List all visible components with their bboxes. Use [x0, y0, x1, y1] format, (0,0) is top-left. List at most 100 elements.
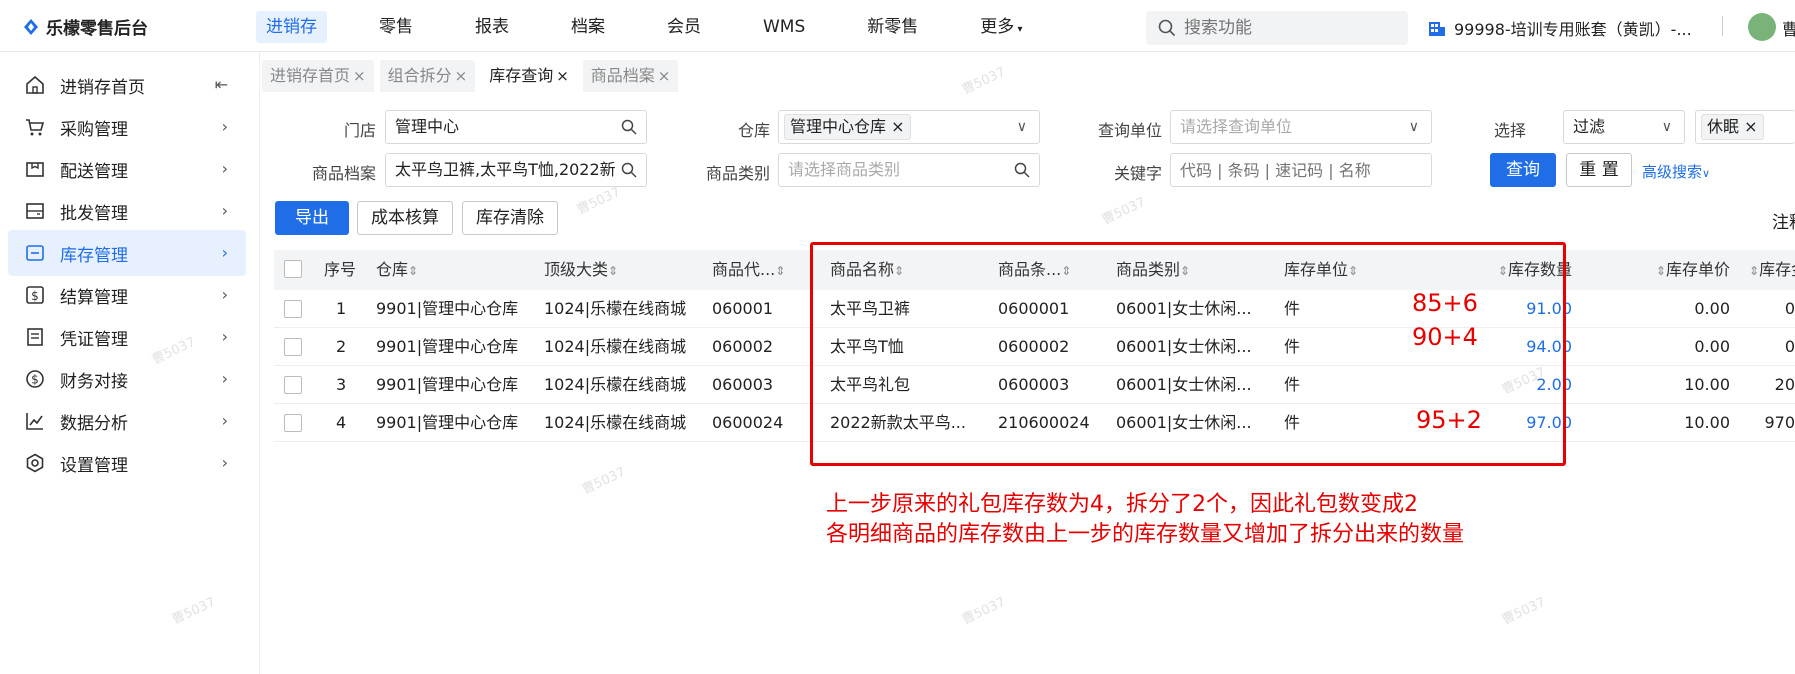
tab-stock-query[interactable]: 库存查询 × — [481, 60, 577, 92]
sidebar-item-voucher[interactable]: 凭证管理 › — [8, 314, 246, 360]
nav-wms[interactable]: WMS — [753, 11, 815, 43]
sidebar-item-finance[interactable]: $ 财务对接 › — [8, 356, 246, 402]
store-input[interactable]: 管理中心 — [385, 110, 647, 144]
advanced-search-link[interactable]: 高级搜索∨ — [1642, 161, 1710, 182]
col-unit-price[interactable]: ⇕库存单价 — [1600, 250, 1730, 290]
category-input[interactable]: 请选择商品类别 — [778, 153, 1040, 187]
account-name: 99998-培训专用账套（黄凯）-... — [1454, 20, 1692, 39]
account-switcher[interactable]: 99998-培训专用账套（黄凯）-... — [1428, 16, 1692, 40]
user-name: 曹 — [1782, 20, 1795, 39]
cell-top-category: 1024|乐檬在线商城 — [544, 299, 687, 318]
sort-icon: ⇕ — [775, 264, 786, 278]
nav-archives[interactable]: 档案 — [561, 11, 615, 43]
nav-reports[interactable]: 报表 — [465, 11, 519, 43]
status-filter[interactable]: 休眠 × — [1695, 110, 1795, 144]
warehouse-label: 仓库 — [737, 121, 770, 140]
sidebar-item-purchase[interactable]: 采购管理 › — [8, 104, 246, 150]
nav-retail[interactable]: 零售 — [369, 11, 423, 43]
store-label: 门店 — [343, 121, 376, 140]
voucher-icon — [24, 326, 46, 348]
cell-warehouse: 9901|管理中心仓库 — [376, 299, 519, 318]
tab-inventory-home[interactable]: 进销存首页 × — [262, 60, 374, 92]
search-icon[interactable] — [621, 119, 637, 135]
export-button[interactable]: 导出 — [275, 201, 349, 235]
cell-index: 3 — [336, 375, 347, 394]
nav-members[interactable]: 会员 — [657, 11, 711, 43]
close-icon[interactable]: × — [455, 67, 468, 85]
function-search-input[interactable] — [1184, 11, 1394, 45]
cart-icon — [24, 116, 46, 138]
product-input[interactable]: 太平鸟卫裤,太平鸟T恤,2022新 — [385, 153, 647, 187]
col-index: 序号 — [324, 260, 357, 279]
function-search[interactable] — [1146, 11, 1408, 45]
select-all-checkbox[interactable] — [284, 260, 302, 278]
col-label: 顶级大类 — [544, 260, 609, 279]
cell-top-category: 1024|乐檬在线商城 — [544, 413, 687, 432]
sidebar-item-analytics[interactable]: 数据分析 › — [8, 398, 246, 444]
page-tabs: 进销存首页 × 组合拆分 × 库存查询 × 商品档案 × — [262, 60, 684, 92]
keyword-input[interactable] — [1170, 153, 1432, 187]
tab-product-archive[interactable]: 商品档案 × — [582, 60, 679, 92]
avatar[interactable] — [1748, 13, 1776, 41]
cell-warehouse: 9901|管理中心仓库 — [376, 337, 519, 356]
sort-icon: ⇕ — [1749, 264, 1760, 278]
status-chip: 休眠 × — [1701, 114, 1764, 140]
close-icon[interactable]: × — [353, 67, 366, 85]
select-mode-value: 过滤 — [1573, 117, 1606, 136]
cell-unit-price: 0.00 — [1694, 299, 1730, 318]
col-warehouse[interactable]: 仓库⇕ — [376, 250, 418, 290]
tab-label: 库存查询 — [489, 66, 554, 85]
nav-inventory[interactable]: 进销存 — [256, 11, 327, 43]
col-stock-amount[interactable]: ⇕库存金 — [1749, 250, 1795, 290]
sidebar-item-inventory[interactable]: 库存管理 › — [8, 230, 246, 276]
warehouse-value: 管理中心仓库 — [790, 117, 887, 136]
col-product-code[interactable]: 商品代...⇕ — [712, 250, 785, 290]
query-unit-select[interactable]: 请选择查询单位 ∨ — [1170, 110, 1432, 144]
app-logo[interactable]: 乐檬零售后台 — [22, 14, 148, 39]
nav-more[interactable]: 更多 ▾ — [970, 11, 1032, 43]
caret-down-icon: ▾ — [1014, 24, 1023, 35]
cell-stock-amount: 970 — [1764, 413, 1795, 432]
chevron-right-icon: › — [221, 411, 228, 430]
cell-warehouse: 9901|管理中心仓库 — [376, 413, 519, 432]
cell-product-code: 0600024 — [712, 413, 784, 432]
nav-new-retail[interactable]: 新零售 — [857, 11, 928, 43]
cost-accounting-button[interactable]: 成本核算 — [357, 201, 453, 235]
row-checkbox[interactable] — [284, 338, 302, 356]
row-checkbox[interactable] — [284, 300, 302, 318]
query-button[interactable]: 查询 — [1490, 153, 1556, 187]
col-top-category[interactable]: 顶级大类⇕ — [544, 250, 618, 290]
logo-icon — [24, 18, 38, 35]
close-icon[interactable]: × — [658, 67, 671, 85]
sidebar-item-settlement[interactable]: $ 结算管理 › — [8, 272, 246, 318]
settings-icon — [24, 452, 46, 474]
warehouse-select[interactable]: 管理中心仓库 × ∨ — [778, 110, 1040, 144]
cell-stock-amount: 0 — [1784, 299, 1795, 318]
row-checkbox[interactable] — [284, 414, 302, 432]
stock-clear-button[interactable]: 库存清除 — [462, 201, 558, 235]
watermark: 曹5037 — [959, 64, 1008, 98]
search-icon[interactable] — [1014, 162, 1030, 178]
select-mode[interactable]: 过滤 ∨ — [1563, 110, 1685, 144]
sidebar-item-delivery[interactable]: 配送管理 › — [8, 146, 246, 192]
category-placeholder: 请选择商品类别 — [788, 160, 901, 179]
sidebar-item-inventory-home[interactable]: 进销存首页 ⇤ — [8, 62, 246, 108]
annotation-note-line-1: 上一步原来的礼包库存数为4，拆分了2个，因此礼包数变成2 — [826, 492, 1418, 517]
cell-product-code: 060001 — [712, 299, 774, 318]
reset-button[interactable]: 重 置 — [1566, 153, 1632, 187]
sidebar-item-settings[interactable]: 设置管理 › — [8, 440, 246, 486]
sidebar-item-wholesale[interactable]: 批发管理 › — [8, 188, 246, 234]
close-icon[interactable]: × — [891, 117, 904, 136]
sort-icon: ⇕ — [1655, 264, 1666, 278]
cell-stock-amount: 0 — [1784, 337, 1795, 356]
close-icon[interactable]: × — [556, 67, 569, 85]
collapse-sidebar-icon[interactable]: ⇤ — [215, 75, 228, 94]
search-icon[interactable] — [621, 162, 637, 178]
tab-combo-split[interactable]: 组合拆分 × — [379, 60, 476, 92]
svg-text:$: $ — [31, 373, 39, 387]
close-icon[interactable]: × — [1744, 117, 1757, 136]
chevron-right-icon: › — [221, 117, 228, 136]
col-label: 商品代... — [712, 260, 776, 279]
watermark: 曹5037 — [579, 464, 628, 498]
row-checkbox[interactable] — [284, 376, 302, 394]
